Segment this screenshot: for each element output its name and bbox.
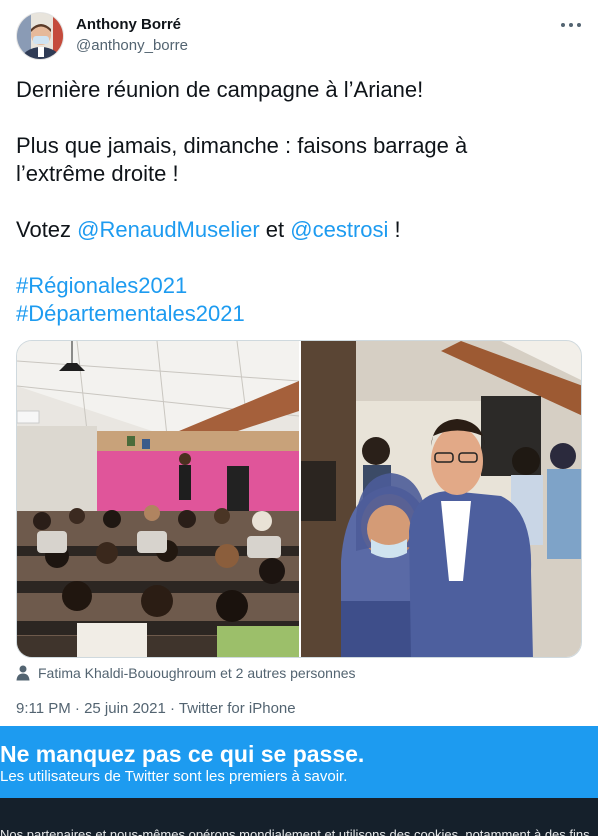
tweet-text: Dernière réunion de campagne à l’Ariane!… [16,76,582,328]
hashtag-link[interactable]: #Départementales2021 [16,301,245,326]
tweet-text-fragment: ! [388,217,401,242]
mention-link[interactable]: @RenaudMuselier [77,217,260,242]
avatar[interactable] [16,12,64,60]
mention-link[interactable]: @cestrosi [290,217,388,242]
media-grid [16,340,582,658]
tweet-line: Plus que jamais, dimanche : faisons barr… [16,133,468,158]
hashtag-link[interactable]: #Régionales2021 [16,273,187,298]
cookie-notice-text: Nos partenaires et nous-mêmes opérons mo… [0,827,590,836]
tweet-line: #Régionales2021 [16,272,582,300]
author-name[interactable]: Anthony Borré [76,16,181,33]
tagged-people-label: Fatima Khaldi-Bououghroum et 2 autres pe… [38,665,356,681]
author-handle[interactable]: @anthony_borre [76,37,188,54]
tweet-text-fragment: Votez [16,217,78,242]
tweet-line: Votez @RenaudMuselier et @cestrosi ! [16,216,582,244]
tweet-header: Anthony Borré @anthony_borre [16,12,582,60]
tweet-line: #Départementales2021 [16,300,582,328]
photo-candidate[interactable] [301,341,581,657]
tweet-text-fragment: et [259,217,291,242]
photo-meeting[interactable] [17,341,299,657]
more-horizontal-icon[interactable] [560,18,582,32]
cookie-notice: Nos partenaires et nous-mêmes opérons mo… [0,798,598,836]
tweet-timestamp[interactable]: 9:11 PM · 25 juin 2021 · Twitter for iPh… [16,700,296,717]
tweet-line: Dernière réunion de campagne à l’Ariane! [16,77,424,102]
person-icon [16,665,30,681]
tweet-line: l’extrême droite ! [16,161,179,186]
banner-title: Ne manquez pas ce qui se passe. [0,741,365,767]
signup-banner: Ne manquez pas ce qui se passe. Les util… [0,726,598,798]
banner-subtitle: Les utilisateurs de Twitter sont les pre… [0,768,348,785]
